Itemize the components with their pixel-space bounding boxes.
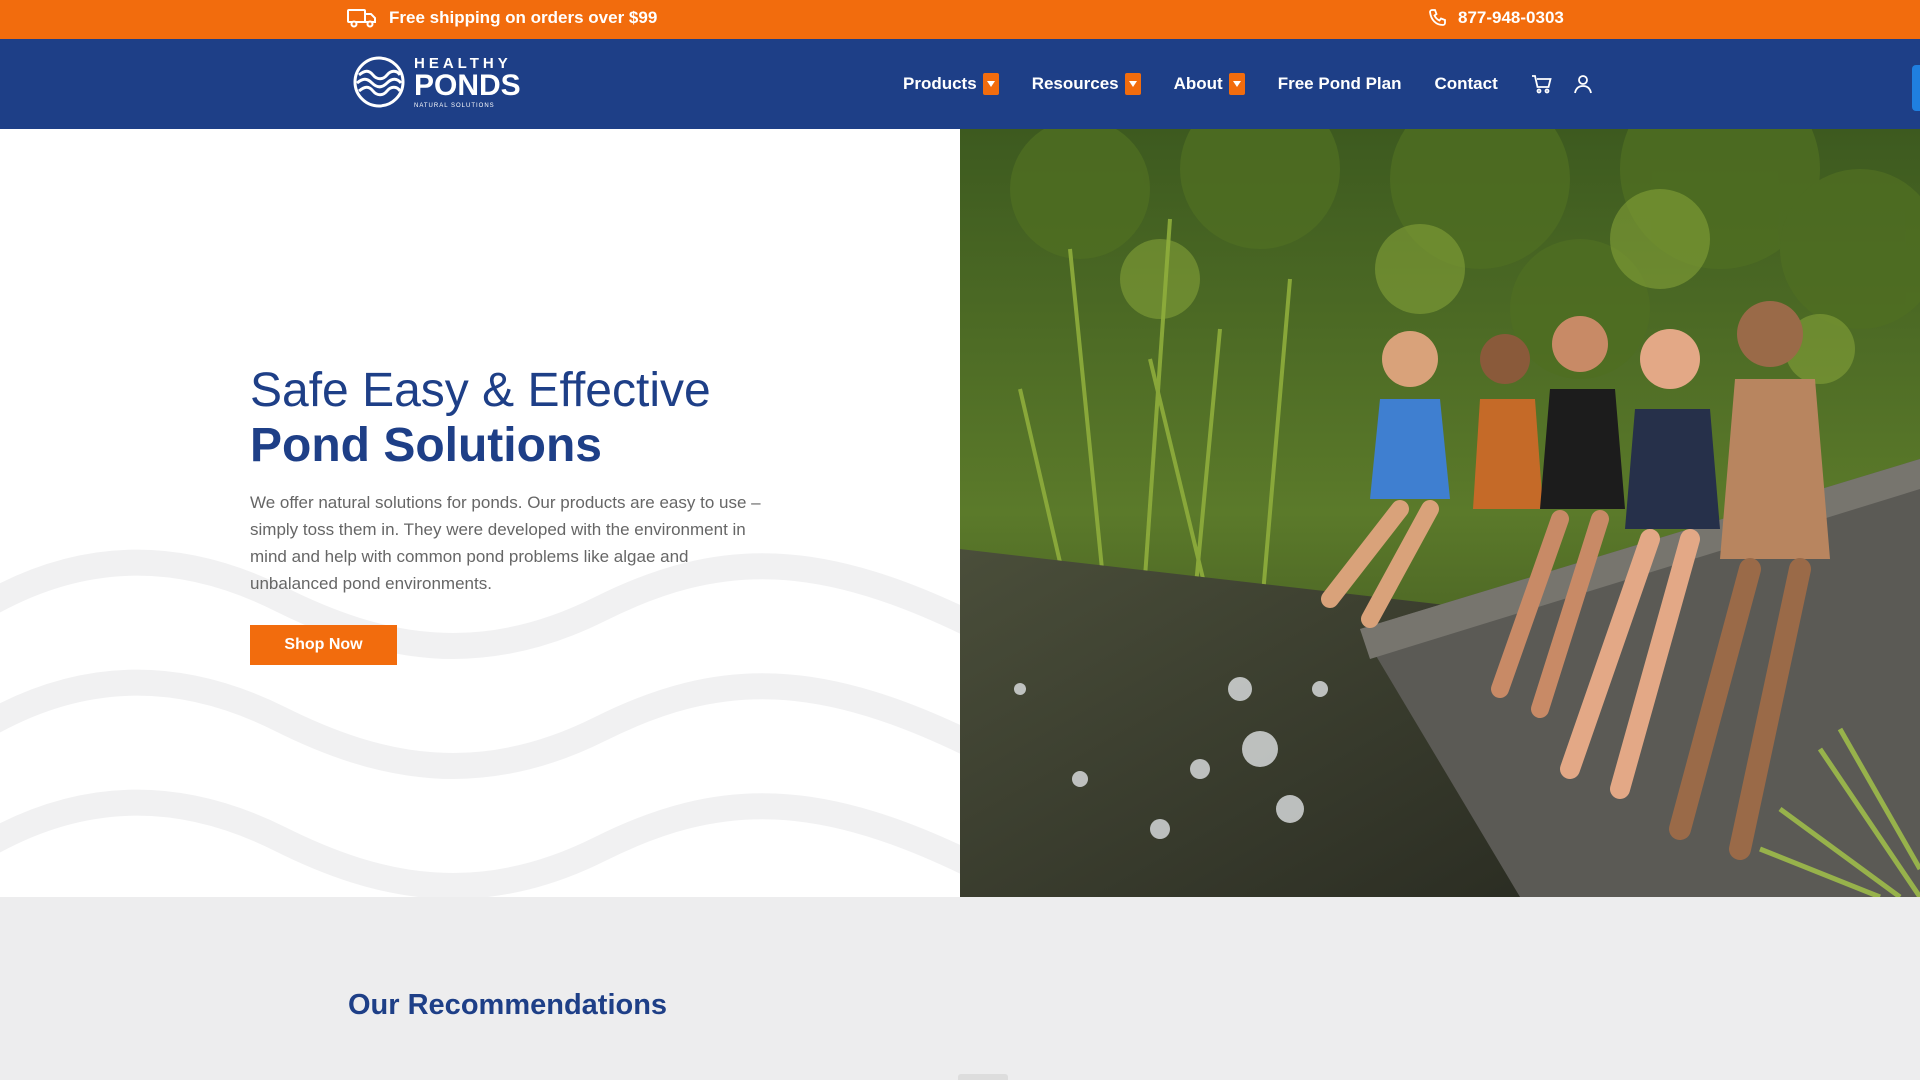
carousel-indicator[interactable] xyxy=(958,1074,1008,1080)
free-shipping-text: Free shipping on orders over $99 xyxy=(389,8,658,27)
nav-menu: Products Resources About Free Pond Plan … xyxy=(903,39,1613,129)
phone-link[interactable]: 877-948-0303 xyxy=(1428,8,1564,28)
nav-item-label[interactable]: Free Pond Plan xyxy=(1278,74,1402,94)
hero-description: We offer natural solutions for ponds. Ou… xyxy=(250,492,761,593)
nav-item-products[interactable]: Products xyxy=(903,73,999,95)
free-shipping-notice: Free shipping on orders over $99 xyxy=(347,8,657,28)
phone-icon xyxy=(1428,8,1448,28)
nav-item-about[interactable]: About xyxy=(1174,73,1245,95)
nav-item-label[interactable]: Resources xyxy=(1032,74,1119,94)
logo-mark-icon xyxy=(353,56,405,108)
promo-bar: Free shipping on orders over $99 877-948… xyxy=(0,0,1920,39)
hero-title-line1: Safe Easy & Effective xyxy=(250,364,711,417)
nav-item-free-pond-plan[interactable]: Free Pond Plan xyxy=(1278,74,1402,94)
recommendations-title: Our Recommendations xyxy=(348,989,668,1021)
chevron-down-icon[interactable] xyxy=(1228,73,1245,95)
logo-sub-text: NATURAL SOLUTIONS xyxy=(414,102,495,109)
cart-icon[interactable] xyxy=(1531,74,1553,94)
shop-now-button[interactable]: Shop Now xyxy=(250,624,397,665)
user-icon[interactable] xyxy=(1573,74,1593,94)
nav-item-label[interactable]: Products xyxy=(903,74,977,94)
hero-section: Safe Easy & Effective Pond Solutions We … xyxy=(0,129,1920,897)
hero-photo-kids-at-pond xyxy=(960,129,1920,897)
healthy-ponds-logo[interactable]: HEALTHY PONDS NATURAL SOLUTIONS xyxy=(352,55,521,109)
nav-item-contact[interactable]: Contact xyxy=(1434,74,1497,94)
truck-icon xyxy=(347,8,377,28)
phone-number[interactable]: 877-948-0303 xyxy=(1458,8,1564,28)
nav-item-resources[interactable]: Resources xyxy=(1032,73,1141,95)
side-feedback-tab[interactable] xyxy=(1912,65,1920,111)
nav-item-label[interactable]: Contact xyxy=(1434,74,1497,94)
main-navigation: HEALTHY PONDS NATURAL SOLUTIONS Products… xyxy=(0,39,1920,129)
chevron-down-icon[interactable] xyxy=(1124,73,1141,95)
chevron-down-icon[interactable] xyxy=(982,73,999,95)
nav-item-label[interactable]: About xyxy=(1174,74,1223,94)
hero-text-panel: Safe Easy & Effective Pond Solutions We … xyxy=(0,129,960,897)
logo-main-text: PONDS xyxy=(414,68,521,102)
hero-title-line2: Pond Solutions xyxy=(250,418,602,472)
recommendations-section: Our Recommendations xyxy=(0,897,1920,1080)
hero-copy: Safe Easy & Effective Pond Solutions We … xyxy=(250,364,790,665)
